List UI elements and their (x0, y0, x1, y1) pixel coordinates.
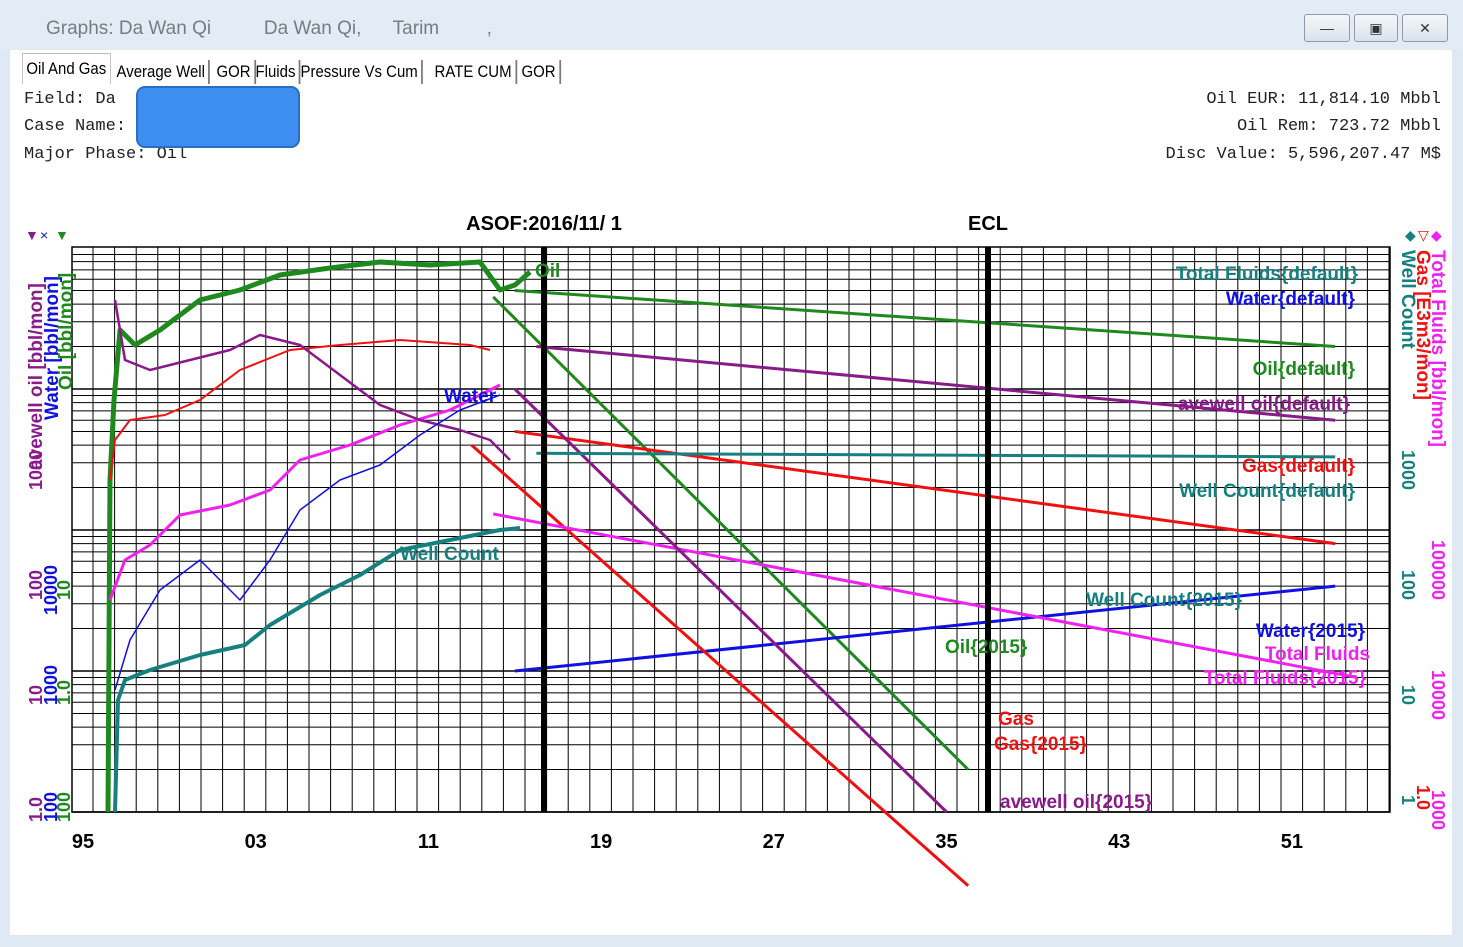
x-tick-label: 03 (245, 831, 267, 853)
left-tick-label: 10 (54, 580, 74, 600)
series-label: Gas{default} (1242, 456, 1356, 477)
avewell-history (113, 299, 511, 461)
legend-icon: ▽ (1418, 227, 1429, 243)
left-axis-label: Oil [bbl/mon] (56, 273, 77, 390)
production-chart: ASOF:2016/11/ 1 ECL 95 03 11 19 27 35 43 51 avewe… (25, 213, 1448, 887)
x-tick-label: 35 (935, 831, 957, 853)
series-label: Oil (535, 261, 560, 282)
series-label: Water{default} (1226, 289, 1356, 310)
forecast-line (514, 288, 1336, 349)
x-tick-label: 43 (1108, 831, 1130, 853)
marker-label: ECL (968, 213, 1008, 235)
right-axis-label: Total Fluids [bbl/mon] (1427, 250, 1448, 447)
x-tick-label: 19 (590, 831, 612, 853)
legend-icon: ▼ (55, 227, 69, 243)
legend-icon: ◆ (1431, 227, 1442, 243)
x-tick-label: 95 (72, 831, 94, 853)
right-tick-label: 10000 (1428, 670, 1448, 720)
x-tick-label: 27 (763, 831, 785, 853)
marker-label: ASOF:2016/11/ 1 (466, 213, 622, 235)
right-tick-label: 1000 (1428, 790, 1448, 830)
series-label: Oil{default} (1253, 359, 1356, 380)
series-label: Water{2015} (1256, 621, 1366, 642)
series-label: Gas (998, 709, 1034, 730)
legend-icon: ◆ (1405, 227, 1416, 243)
series-label: Well Count{2015} (1086, 590, 1243, 611)
right-tick-label: 10 (1398, 685, 1418, 705)
series-label: Water (444, 386, 497, 407)
legend-icon: ▼ (25, 227, 39, 243)
x-tick-label: 11 (418, 831, 439, 853)
series-label: Well Count{default} (1179, 481, 1356, 502)
forecast-line (492, 295, 970, 771)
series-label: Total Fluids (1265, 644, 1370, 665)
totalfluids-history (108, 383, 501, 601)
legend-icon: × (40, 227, 48, 243)
x-tick-label: 51 (1281, 831, 1303, 853)
left-tick-label: 1000 (26, 450, 46, 490)
series-label: Oil{2015} (945, 637, 1028, 658)
left-tick-label: 100 (54, 792, 74, 822)
series-label: Gas{2015} (994, 734, 1088, 755)
right-tick-label: 1000 (1398, 450, 1418, 490)
left-tick-label: 1.0 (54, 680, 74, 705)
right-tick-label: 100000 (1428, 540, 1448, 600)
series-label: Well Count (400, 544, 500, 565)
series-label: avewell oil{default} (1178, 394, 1351, 415)
series-label: avewell oil{2015} (1000, 792, 1153, 813)
forecast-line (536, 451, 1336, 459)
right-tick-label: 100 (1398, 570, 1418, 600)
series-label: Total Fluids{2015} (1204, 668, 1367, 689)
series-label: Total Fluids{default} (1176, 264, 1359, 285)
